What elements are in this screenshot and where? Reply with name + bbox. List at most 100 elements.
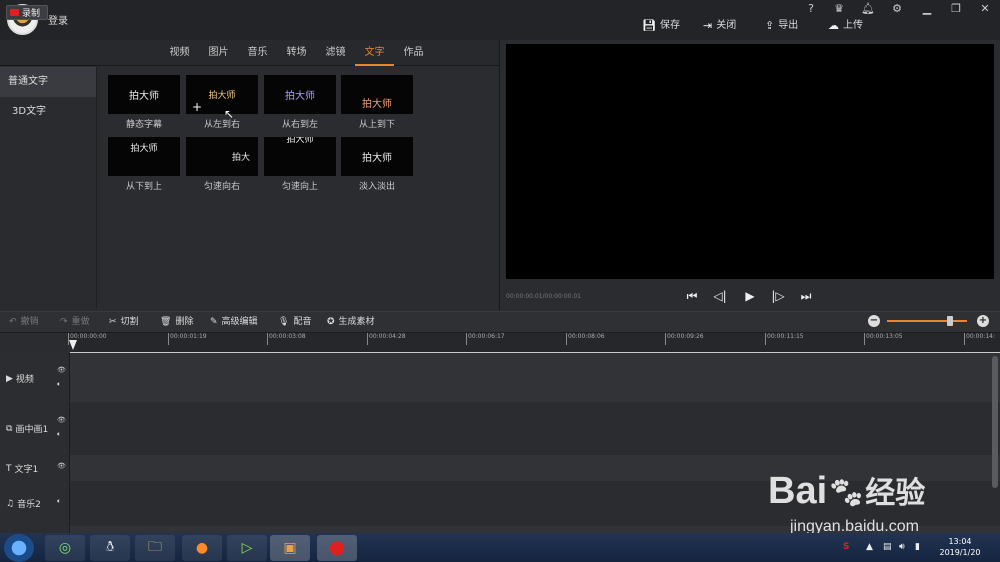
watermark-logo-text: Bai <box>768 470 828 512</box>
undo-button[interactable]: ↶ 撤销 <box>9 312 39 333</box>
step-back-icon[interactable]: ◁| <box>712 288 728 304</box>
taskbar-recorder-icon[interactable]: ⬤ <box>317 535 357 561</box>
volume-icon[interactable]: 🔈︎ <box>57 430 61 439</box>
pip-track[interactable] <box>70 402 1000 455</box>
export-button[interactable]: ⇪ 导出 <box>765 18 798 34</box>
zoom-slider-track[interactable] <box>887 320 967 322</box>
play-icon[interactable]: ▶ <box>742 288 758 304</box>
cut-button[interactable]: ✂ 切割 <box>109 312 139 333</box>
track-name: 音乐2 <box>17 500 41 510</box>
vip-crown-icon[interactable]: ♛ <box>831 2 847 16</box>
effect-thumb-top-to-bottom[interactable]: 拍大师 <box>341 75 413 114</box>
settings-gear-icon[interactable]: ⚙ <box>889 2 905 16</box>
ruler-tick-label: 00:00:06:17 <box>466 333 505 345</box>
taskbar-qq-icon[interactable]: 🐧︎ <box>90 535 130 561</box>
sidebar-item-3d-text[interactable]: 3D文字 <box>0 97 96 127</box>
effect-preview-text: 拍大师 <box>208 91 236 101</box>
redo-icon: ↷ <box>60 317 68 327</box>
effect-thumb-fade[interactable]: 拍大师 <box>341 137 413 176</box>
exit-icon: ⇥ <box>703 19 713 32</box>
sidebar-item-normal-text[interactable]: 普通文字 <box>0 67 96 97</box>
taskbar-media-icon[interactable]: ▷ <box>227 535 267 561</box>
redo-button[interactable]: ↷ 重做 <box>60 312 90 333</box>
track-label-text: T 文字1 <box>6 462 38 476</box>
tab-video[interactable]: 视频 <box>160 40 199 66</box>
close-label: 关闭 <box>716 20 737 31</box>
skip-to-start-icon[interactable]: ⏮ <box>684 288 700 304</box>
minimize-icon[interactable]: ▁ <box>919 2 935 16</box>
ruler-tick-label: 00:00:03:08 <box>267 333 306 345</box>
effect-thumb-right-to-left[interactable]: 拍大师 <box>264 75 336 114</box>
volume-icon[interactable]: 🔈︎ <box>57 380 61 389</box>
help-icon[interactable]: ? <box>803 2 819 16</box>
tray-volume-icon[interactable]: 🔊︎ <box>899 542 905 552</box>
effect-preview-text: 拍大师 <box>129 91 159 102</box>
save-button[interactable]: 💾︎ 保存 <box>642 18 680 34</box>
timeline-ruler[interactable]: 00:00:00:00 00:00:01:19 00:00:03:08 00:0… <box>68 333 1000 353</box>
close-project-button[interactable]: ⇥ 关闭 <box>703 18 736 34</box>
tab-filter[interactable]: 滤镜 <box>316 40 355 66</box>
generate-material-button[interactable]: ✪ 生成素材 <box>327 312 375 333</box>
ruler-tick-label: 00:00:14: <box>964 333 995 345</box>
playhead[interactable] <box>69 340 77 350</box>
visibility-eye-icon[interactable]: 👁︎ <box>57 462 66 470</box>
export-label: 导出 <box>778 20 799 31</box>
close-window-icon[interactable]: ✕ <box>977 2 993 16</box>
advanced-edit-button[interactable]: ✎ 高级编辑 <box>210 312 258 333</box>
cloud-upload-icon: ☁ <box>828 19 839 32</box>
timeline-scrollbar[interactable] <box>992 356 998 488</box>
zoom-out-icon[interactable]: − <box>868 315 880 327</box>
effect-thumb-bottom-to-top[interactable]: 拍大师 <box>108 137 180 176</box>
effect-label: 从右到左 <box>281 120 318 130</box>
tray-network-icon[interactable]: ▮ <box>915 542 920 552</box>
upload-button[interactable]: ☁ 上传 <box>828 18 863 34</box>
taskbar-explorer-icon[interactable]: 🗀 <box>135 535 175 561</box>
music-note-icon: ♫ <box>6 498 15 509</box>
volume-icon[interactable]: 🔈︎ <box>57 497 61 506</box>
tab-music[interactable]: 音乐 <box>238 40 277 66</box>
delete-button[interactable]: 🗑︎ 删除 <box>160 312 193 333</box>
tab-image[interactable]: 图片 <box>199 40 238 66</box>
save-label: 保存 <box>659 20 680 31</box>
tab-works[interactable]: 作品 <box>394 40 433 66</box>
track-label-pip: ⧉ 画中画1 <box>6 422 48 436</box>
effect-thumb-uniform-right[interactable]: 拍大 <box>186 137 258 176</box>
effect-preview-text: 拍大师 <box>286 137 314 145</box>
text-category-sidebar: 普通文字 3D文字 <box>0 67 97 308</box>
video-track[interactable] <box>70 353 1000 402</box>
ruler-tick-label: 00:00:09:26 <box>665 333 704 345</box>
visibility-eye-icon[interactable]: 👁︎ <box>57 416 66 424</box>
taskbar-paidashi-icon[interactable]: ▣ <box>270 535 310 561</box>
text-effects-grid: 拍大师 静态字幕 拍大师 从左到右 + ↖ 拍大师 从右到左 拍大师 从上到下 … <box>98 67 500 308</box>
record-button[interactable]: 录制 <box>6 5 48 20</box>
zoom-in-icon[interactable]: + <box>977 315 989 327</box>
effect-label: 从上到下 <box>358 120 395 130</box>
tab-text[interactable]: 文字 <box>355 40 394 66</box>
start-button-icon[interactable] <box>4 534 34 562</box>
effect-thumb-uniform-up[interactable]: 拍大师 <box>264 137 336 176</box>
effect-label: 匀速向上 <box>281 182 318 192</box>
tab-transition[interactable]: 转场 <box>277 40 316 66</box>
trash-icon: 🗑︎ <box>160 317 172 327</box>
visibility-eye-icon[interactable]: 👁︎ <box>57 366 66 374</box>
taskbar-app-360-icon[interactable]: ◎ <box>45 535 85 561</box>
panel-divider[interactable] <box>499 40 500 310</box>
ruler-tick-label: 00:00:08:06 <box>566 333 605 345</box>
tray-sogou-icon[interactable]: S <box>843 542 849 552</box>
taskbar-clock[interactable]: 13:04 2019/1/20 <box>930 536 990 558</box>
dub-button[interactable]: 🎙︎ 配音 <box>278 312 311 333</box>
restore-icon[interactable]: ❐ <box>948 2 964 16</box>
ruler-tick-label: 00:00:01:19 <box>168 333 207 345</box>
add-plus-icon[interactable]: + <box>192 100 202 114</box>
tray-device-icon[interactable]: ▤ <box>883 542 892 552</box>
login-link[interactable]: 登录 <box>48 12 68 27</box>
effect-preview-text: 拍大 <box>231 153 250 163</box>
effect-thumb-static[interactable]: 拍大师 <box>108 75 180 114</box>
zoom-slider-handle[interactable] <box>947 316 953 326</box>
generate-label: 生成素材 <box>338 317 375 327</box>
step-forward-icon[interactable]: |▷ <box>770 288 786 304</box>
notification-bell-icon[interactable]: 🔔︎ <box>860 2 876 16</box>
skip-to-end-icon[interactable]: ⏭ <box>798 288 814 304</box>
tray-expand-icon[interactable]: ▲ <box>866 542 873 552</box>
taskbar-firefox-icon[interactable]: ● <box>182 535 222 561</box>
